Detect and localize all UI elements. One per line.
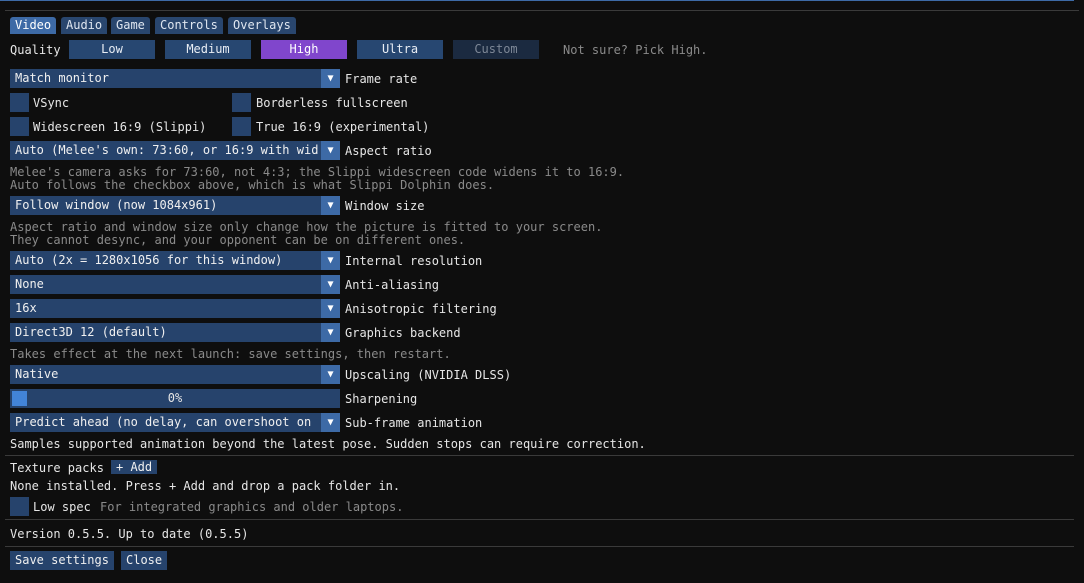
aspect-note-1: Melee's camera asks for 73:60, not 4:3; …: [10, 165, 625, 179]
chevron-down-icon: ▼: [321, 251, 340, 270]
quality-low-button[interactable]: Low: [69, 40, 155, 59]
low-spec-hint: For integrated graphics and older laptop…: [100, 500, 404, 514]
section-divider: [5, 519, 1074, 520]
tab-video[interactable]: Video: [10, 17, 57, 34]
subframe-dropdown[interactable]: Predict ahead (no delay, can overshoot o…: [10, 413, 340, 432]
window-size-dropdown[interactable]: Follow window (now 1084x961) ▼: [10, 196, 340, 215]
section-divider: [5, 546, 1074, 547]
chevron-down-icon: ▼: [321, 69, 340, 88]
chevron-down-icon: ▼: [321, 141, 340, 160]
subframe-value: Predict ahead (no delay, can overshoot o…: [15, 415, 319, 429]
quality-hint: Not sure? Pick High.: [563, 43, 708, 57]
borderless-label: Borderless fullscreen: [256, 96, 408, 110]
aspect-ratio-label: Aspect ratio: [345, 144, 432, 158]
chevron-down-icon: ▼: [321, 196, 340, 215]
vsync-label: VSync: [33, 96, 70, 110]
widescreen-checkbox[interactable]: [10, 117, 29, 136]
anisotropic-label: Anisotropic filtering: [345, 302, 497, 316]
save-settings-button[interactable]: Save settings: [10, 551, 114, 570]
borderless-checkbox[interactable]: [232, 93, 251, 112]
window-note-2: They cannot desync, and your opponent ca…: [10, 233, 466, 247]
internal-resolution-label: Internal resolution: [345, 254, 483, 268]
upscaling-label: Upscaling (NVIDIA DLSS): [345, 368, 512, 382]
anti-aliasing-value: None: [15, 277, 44, 291]
window-size-value: Follow window (now 1084x961): [15, 198, 218, 212]
aspect-note-2: Auto follows the checkbox above, which i…: [10, 178, 495, 192]
anti-aliasing-label: Anti-aliasing: [345, 278, 439, 292]
top-divider: [5, 10, 1079, 11]
aspect-ratio-value: Auto (Melee's own: 73:60, or 16:9 with w…: [15, 143, 319, 157]
version-text: Version 0.5.5. Up to date (0.5.5): [10, 527, 249, 541]
upscaling-value: Native: [15, 367, 59, 381]
widescreen-label: Widescreen 16:9 (Slippi): [33, 120, 207, 134]
section-divider: [5, 455, 1074, 456]
quality-high-button[interactable]: High: [261, 40, 347, 59]
tab-overlays[interactable]: Overlays: [228, 17, 296, 34]
true169-label: True 16:9 (experimental): [256, 120, 430, 134]
low-spec-checkbox[interactable]: [10, 497, 29, 516]
tab-controls[interactable]: Controls: [155, 17, 223, 34]
vsync-checkbox[interactable]: [10, 93, 29, 112]
graphics-backend-dropdown[interactable]: Direct3D 12 (default) ▼: [10, 323, 340, 342]
frame-rate-value: Match monitor: [15, 71, 109, 85]
chevron-down-icon: ▼: [321, 299, 340, 318]
internal-resolution-value: Auto (2x = 1280x1056 for this window): [15, 253, 283, 267]
add-texture-pack-button[interactable]: + Add: [111, 460, 158, 474]
window-note-1: Aspect ratio and window size only change…: [10, 220, 603, 234]
chevron-down-icon: ▼: [321, 275, 340, 294]
chevron-down-icon: ▼: [321, 323, 340, 342]
internal-resolution-dropdown[interactable]: Auto (2x = 1280x1056 for this window) ▼: [10, 251, 340, 270]
quality-ultra-button[interactable]: Ultra: [357, 40, 443, 59]
graphics-backend-value: Direct3D 12 (default): [15, 325, 167, 339]
subframe-note: Samples supported animation beyond the l…: [10, 437, 646, 451]
tab-bar-underline: [0, 0, 1074, 1]
frame-rate-label: Frame rate: [345, 72, 418, 86]
sharpening-value: 0%: [167, 391, 183, 405]
anti-aliasing-dropdown[interactable]: None ▼: [10, 275, 340, 294]
quality-label: Quality: [10, 43, 61, 57]
sharpening-label: Sharpening: [345, 392, 418, 406]
chevron-down-icon: ▼: [321, 365, 340, 384]
frame-rate-dropdown[interactable]: Match monitor ▼: [10, 69, 340, 88]
window-size-label: Window size: [345, 199, 425, 213]
graphics-backend-label: Graphics backend: [345, 326, 461, 340]
tab-audio[interactable]: Audio: [61, 17, 108, 34]
aspect-ratio-dropdown[interactable]: Auto (Melee's own: 73:60, or 16:9 with w…: [10, 141, 340, 160]
backend-note: Takes effect at the next launch: save se…: [10, 347, 451, 361]
quality-custom-button[interactable]: Custom: [453, 40, 539, 59]
anisotropic-value: 16x: [15, 301, 37, 315]
tab-game[interactable]: Game: [111, 17, 150, 34]
sharpening-slider[interactable]: 0%: [10, 389, 340, 408]
true169-checkbox[interactable]: [232, 117, 251, 136]
texture-packs-label: Texture packs: [10, 461, 104, 475]
chevron-down-icon: ▼: [321, 413, 340, 432]
subframe-label: Sub-frame animation: [345, 416, 483, 430]
quality-medium-button[interactable]: Medium: [165, 40, 251, 59]
anisotropic-dropdown[interactable]: 16x ▼: [10, 299, 340, 318]
texture-status: None installed. Press + Add and drop a p…: [10, 479, 401, 493]
close-button[interactable]: Close: [121, 551, 168, 570]
upscaling-dropdown[interactable]: Native ▼: [10, 365, 340, 384]
low-spec-label: Low spec: [33, 500, 91, 514]
